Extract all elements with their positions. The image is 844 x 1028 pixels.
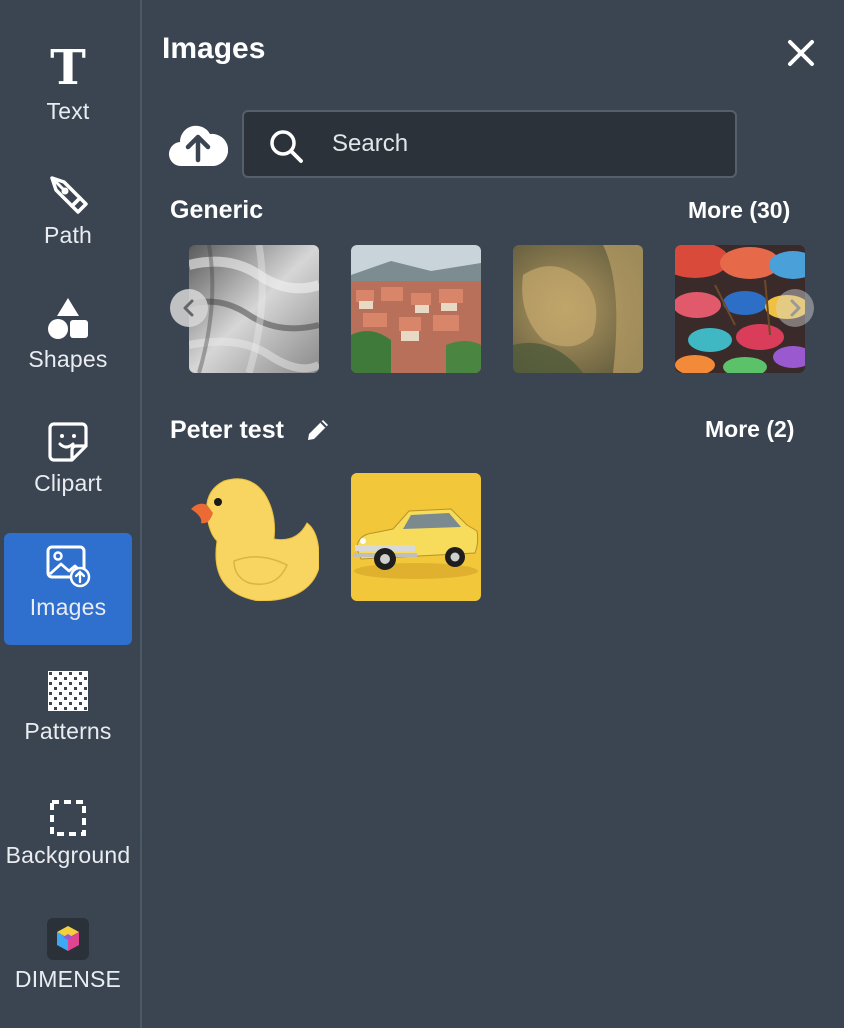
section-title-peter-test: Peter test (170, 416, 284, 444)
sidebar-item-text[interactable]: T Text (4, 40, 132, 152)
pencil-icon[interactable] (304, 416, 332, 444)
sidebar-item-label: Patterns (24, 718, 112, 744)
search-input[interactable] (332, 112, 722, 176)
sidebar-item-label: Text (46, 98, 90, 124)
sidebar-item-label: Shapes (28, 346, 108, 372)
sidebar-item-patterns[interactable]: Patterns (4, 660, 132, 772)
shapes-icon (46, 288, 90, 346)
panel-title: Images (162, 32, 266, 65)
sidebar-item-dimense[interactable]: DIMENSE (4, 908, 132, 1020)
image-thumb-sandstone-rock[interactable] (513, 245, 643, 373)
text-icon: T (50, 40, 86, 96)
sidebar-item-label: Images (29, 594, 107, 620)
sidebar-item-label: Path (43, 222, 93, 248)
image-thumb-hillside-town[interactable] (351, 245, 481, 373)
sidebar-item-clipart[interactable]: Clipart (4, 412, 132, 524)
image-thumb-yellow-rubber-duck[interactable] (189, 473, 319, 601)
sidebar-item-label: Clipart (34, 470, 102, 496)
dashed-square-icon (50, 784, 86, 842)
sidebar-item-label: DIMENSE (14, 966, 122, 992)
image-thumb-gray-texture[interactable] (189, 245, 319, 373)
chevron-right-icon[interactable] (776, 289, 814, 327)
sidebar-divider (140, 0, 142, 1028)
image-thumb-yellow-classic-car[interactable] (351, 473, 481, 601)
pen-tool-icon (46, 164, 90, 222)
chevron-left-icon[interactable] (170, 289, 208, 327)
checkerboard-icon (47, 660, 89, 718)
more-peter-test-link[interactable]: More (2) (705, 416, 794, 443)
sticker-icon (46, 412, 90, 470)
close-icon[interactable] (786, 38, 816, 68)
search-icon (268, 128, 304, 164)
sidebar-item-shapes[interactable]: Shapes (4, 288, 132, 400)
search-box (242, 110, 737, 178)
section-title-generic: Generic (170, 196, 264, 224)
sidebar-item-images[interactable]: Images (4, 533, 132, 645)
sidebar-item-label: Background (5, 842, 131, 868)
tool-sidebar: T Text Path Shapes Clipart Images Patter… (0, 0, 140, 1028)
sidebar-item-path[interactable]: Path (4, 164, 132, 276)
sidebar-item-background[interactable]: Background (4, 784, 132, 896)
more-generic-link[interactable]: More (30) (688, 197, 790, 224)
image-upload-icon (45, 533, 91, 594)
dimense-cube-icon (47, 908, 89, 966)
cloud-upload-icon[interactable] (168, 120, 229, 168)
